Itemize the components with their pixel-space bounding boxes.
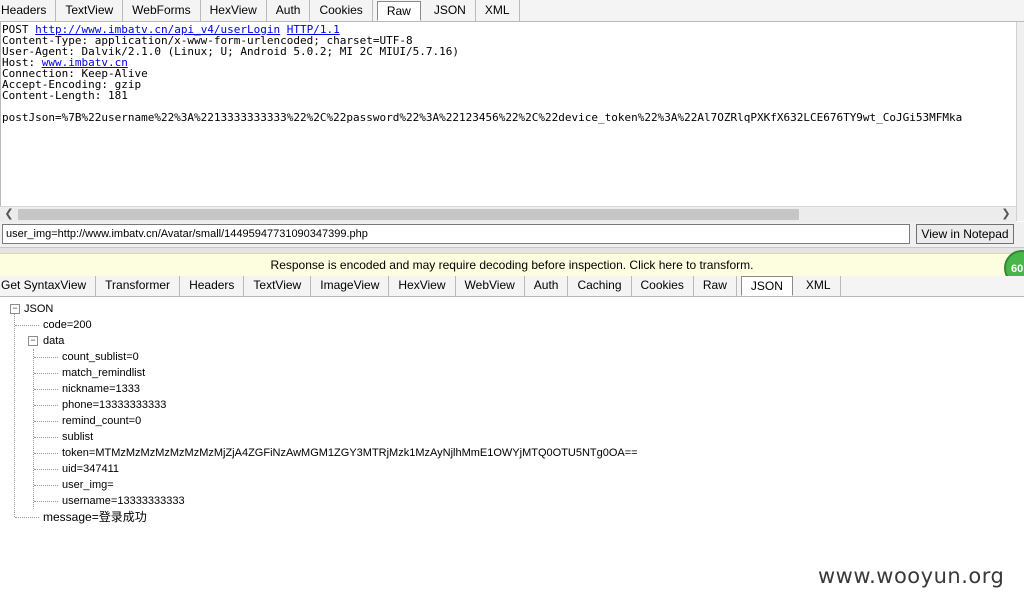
tree-branch-line [34, 437, 58, 438]
tree-node-message[interactable]: message=登录成功 [43, 509, 147, 525]
tab-raw[interactable]: Raw [694, 276, 737, 296]
scrollbar-thumb[interactable] [18, 209, 799, 220]
selected-value-field[interactable]: user_img=http://www.imbatv.cn/Avatar/sma… [2, 224, 910, 244]
tree-branch-line [34, 357, 58, 358]
selected-value-row: user_img=http://www.imbatv.cn/Avatar/sma… [0, 222, 1024, 247]
tab-caching[interactable]: Caching [568, 276, 632, 296]
json-tree-view[interactable]: − JSON code=200 − data count_sublist=0 ma… [0, 298, 1024, 605]
request-body: postJson=%7B%22username%22%3A%2213333333… [2, 111, 963, 124]
tab-imageview[interactable]: ImageView [311, 276, 390, 296]
tree-branch-line [34, 373, 58, 374]
tree-node-remind-count[interactable]: remind_count=0 [62, 413, 141, 429]
tree-branch-line [34, 469, 58, 470]
content-length-header: Content-Length: 181 [2, 89, 128, 102]
view-in-notepad-button[interactable]: View in Notepad [916, 224, 1014, 244]
tree-node-username[interactable]: username=13333333333 [62, 493, 185, 509]
horizontal-scrollbar[interactable]: ❮ ❯ [0, 206, 1016, 222]
tree-branch-line [34, 421, 58, 422]
tree-branch-line [15, 325, 39, 326]
tab-headers[interactable]: Headers [180, 276, 245, 296]
tab-cookies[interactable]: Cookies [632, 276, 694, 296]
request-tab-bar: Headers TextView WebForms HexView Auth Cookie… [0, 0, 1024, 22]
tree-node-phone[interactable]: phone=13333333333 [62, 397, 166, 413]
tab-webforms[interactable]: WebForms [123, 0, 201, 21]
tree-node-uid[interactable]: uid=347411 [62, 461, 119, 477]
response-tab-bar: Get SyntaxView Transformer Headers TextView… [0, 276, 1024, 297]
tab-transformer[interactable]: Transformer [96, 276, 181, 296]
tree-node-count-sublist[interactable]: count_sublist=0 [62, 349, 139, 365]
tab-hexview[interactable]: HexView [201, 0, 267, 21]
tree-branch-line [34, 501, 58, 502]
tab-json[interactable]: JSON [425, 0, 476, 21]
tab-textview[interactable]: TextView [56, 0, 124, 21]
tree-branch-line [34, 405, 58, 406]
tree-branch-line [34, 485, 58, 486]
tab-webview[interactable]: WebView [456, 276, 525, 296]
tab-json[interactable]: JSON [740, 276, 793, 296]
tree-node-token[interactable]: token=MTMzMzMzMzMzMzMzMjZjA4ZGFiNzAwMGM1… [62, 445, 638, 461]
tree-guide-line [14, 313, 15, 517]
minus-box-icon[interactable]: − [28, 336, 38, 346]
tab-headers[interactable]: Headers [0, 0, 57, 21]
tree-node-match-remindlist[interactable]: match_remindlist [62, 365, 145, 381]
tree-branch-line [15, 517, 39, 518]
chevron-right-icon[interactable]: ❯ [998, 207, 1014, 222]
tree-branch-line [34, 453, 58, 454]
tab-xml[interactable]: XML [476, 0, 520, 21]
encoding-notice-bar[interactable]: Response is encoded and may require deco… [0, 253, 1024, 278]
tab-cookies[interactable]: Cookies [310, 0, 373, 21]
tree-node-json[interactable]: JSON [24, 301, 53, 317]
tab-xml[interactable]: XML [797, 276, 841, 296]
tab-hexview[interactable]: HexView [389, 276, 456, 296]
tree-node-code[interactable]: code=200 [43, 317, 92, 333]
tree-node-user-img[interactable]: user_img= [62, 477, 114, 493]
vertical-scrollbar-track[interactable] [1016, 22, 1024, 221]
minus-box-icon[interactable]: − [10, 304, 20, 314]
tab-textview[interactable]: TextView [244, 276, 312, 296]
tab-raw[interactable]: Raw [376, 1, 421, 21]
tree-branch-line [34, 389, 58, 390]
tab-auth[interactable]: Auth [525, 276, 569, 296]
tab-get-syntaxview[interactable]: Get SyntaxView [0, 276, 97, 296]
tree-node-sublist[interactable]: sublist [62, 429, 93, 445]
chevron-left-icon[interactable]: ❮ [1, 207, 17, 222]
raw-request-view[interactable]: POST http://www.imbatv.cn/api_v4/userLog… [0, 22, 1017, 206]
tree-node-nickname[interactable]: nickname=1333 [62, 381, 140, 397]
watermark: www.wooyun.org [818, 564, 1005, 588]
tree-node-data[interactable]: data [43, 333, 64, 349]
tab-auth[interactable]: Auth [267, 0, 311, 21]
